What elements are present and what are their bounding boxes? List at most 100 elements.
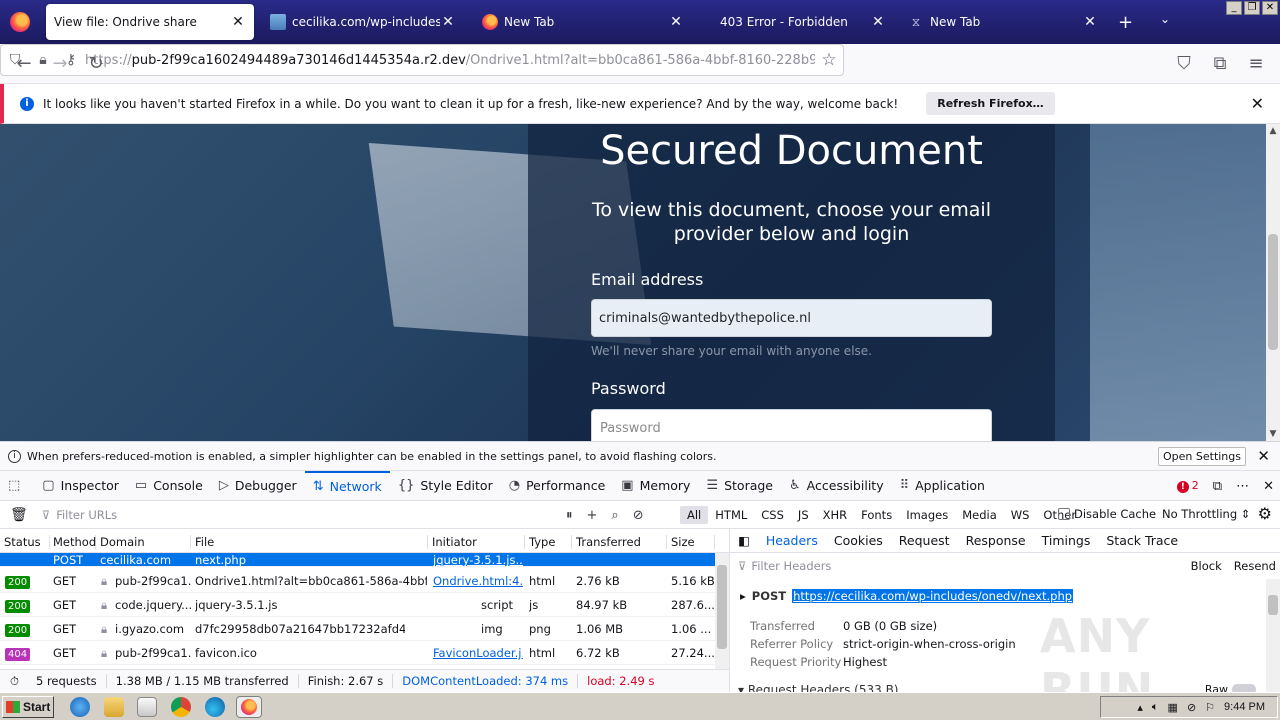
expand-arrow-icon[interactable]: ▸: [740, 589, 746, 603]
disable-cache-checkbox[interactable]: Disable Cache: [1058, 507, 1156, 521]
filter-images[interactable]: Images: [899, 506, 955, 524]
gear-icon[interactable]: ⚙: [1258, 504, 1272, 523]
chrome-icon[interactable]: [171, 697, 191, 717]
pocket-icon[interactable]: ⛉: [1172, 52, 1196, 76]
table-row[interactable]: 200 GET 🔒︎ i.gyazo.com d7fc29958db07a216…: [0, 617, 715, 641]
close-window-icon[interactable]: ✕: [1262, 1, 1278, 15]
more-options-icon[interactable]: ⋯: [1236, 479, 1249, 494]
tab-performance[interactable]: ◔ Performance: [501, 471, 614, 501]
column-method[interactable]: Method: [49, 535, 96, 549]
edge-icon[interactable]: [205, 697, 225, 717]
tab-cecilika[interactable]: cecilika.com/wp-includes/onedv/ ✕: [262, 4, 464, 40]
forward-arrow-icon[interactable]: →: [48, 52, 72, 76]
filter-headers-input[interactable]: ⊽ Filter Headers: [738, 559, 831, 573]
pause-icon[interactable]: ⏸︎: [566, 508, 573, 523]
tab-memory[interactable]: ▣ Memory: [613, 471, 698, 501]
close-tab-icon[interactable]: ✕: [870, 14, 886, 30]
scrollbar-thumb[interactable]: [1268, 234, 1278, 350]
folder-icon[interactable]: [104, 697, 124, 717]
tab-response[interactable]: Response: [958, 533, 1034, 548]
tab-storage[interactable]: ☰ Storage: [698, 471, 781, 501]
search-icon[interactable]: ⌕: [611, 508, 618, 523]
tray-arrow-icon[interactable]: ▴: [1137, 701, 1143, 714]
tab-network[interactable]: ⇅ Network: [304, 470, 390, 501]
block-button[interactable]: Block: [1191, 559, 1222, 573]
open-settings-button[interactable]: Open Settings: [1158, 447, 1246, 466]
request-url[interactable]: https://cecilika.com/wp-includes/onedv/n…: [792, 589, 1074, 603]
initiator-link[interactable]: jquery-3.5.1.js...: [433, 553, 523, 567]
refresh-firefox-button[interactable]: Refresh Firefox…: [926, 92, 1055, 115]
internet-explorer-icon[interactable]: [70, 697, 90, 717]
tab-console[interactable]: ▭ Console: [127, 471, 211, 501]
minimize-icon[interactable]: _: [1226, 1, 1242, 15]
restore-icon[interactable]: ❐: [1244, 1, 1260, 15]
email-field[interactable]: [591, 299, 992, 337]
initiator-link[interactable]: FaviconLoader.j...: [433, 646, 523, 660]
url-bar[interactable]: ⛉ 🔒︎ ⚷ https://pub-2f99ca1602494489a7301…: [0, 44, 844, 76]
details-scrollbar[interactable]: [1266, 579, 1280, 692]
scrollbar-thumb[interactable]: [717, 565, 727, 649]
table-row[interactable]: POST cecilika.com next.php jquery-3.5.1.…: [0, 553, 715, 567]
clock[interactable]: 9:44 PM: [1224, 701, 1265, 713]
volume-icon[interactable]: 🔈︎: [1152, 701, 1159, 714]
table-row[interactable]: 200 GET 🔒︎ code.jquery.... jquery-3.5.1.…: [0, 593, 715, 617]
security-icon[interactable]: ⊘: [1187, 701, 1196, 714]
password-field[interactable]: [591, 409, 992, 441]
tab-new-tab[interactable]: New Tab ✕: [474, 4, 692, 40]
filter-media[interactable]: Media: [955, 506, 1004, 524]
list-tabs-chevron-down-icon[interactable]: ⌄: [1160, 12, 1170, 26]
close-tab-icon[interactable]: ✕: [230, 14, 246, 30]
filter-html[interactable]: HTML: [708, 506, 754, 524]
bookmark-star-icon[interactable]: ☆: [815, 50, 843, 70]
tab-headers[interactable]: Headers: [758, 533, 826, 548]
error-count-badge[interactable]: ! 2: [1176, 479, 1199, 493]
column-transferred[interactable]: Transferred: [572, 535, 667, 549]
page-scrollbar[interactable]: ▲ ▼: [1266, 124, 1280, 441]
element-picker-icon[interactable]: ⬚: [0, 471, 34, 501]
firefox-taskbar-icon[interactable]: [236, 696, 262, 718]
tab-stack-trace[interactable]: Stack Trace: [1098, 533, 1186, 548]
table-row[interactable]: 200 GET 🔒︎ pub-2f99ca1... Ondrive1.html?…: [0, 569, 715, 593]
close-tab-icon[interactable]: ✕: [1082, 14, 1098, 30]
filter-ws[interactable]: WS: [1004, 506, 1037, 524]
column-type[interactable]: Type: [525, 535, 572, 549]
scroll-up-icon[interactable]: ▲: [1266, 126, 1280, 136]
hamburger-menu-icon[interactable]: ≡: [1244, 52, 1268, 76]
back-arrow-icon[interactable]: ←: [12, 52, 36, 76]
url-text[interactable]: https://pub-2f99ca1602494489a730146d1445…: [85, 53, 815, 68]
tab-request[interactable]: Request: [891, 533, 958, 548]
dock-icon[interactable]: ⧉: [1213, 479, 1222, 494]
column-domain[interactable]: Domain: [96, 535, 191, 549]
request-headers-section[interactable]: ▾ Request Headers (533 B): [738, 683, 898, 692]
close-icon[interactable]: ✕: [1251, 94, 1264, 113]
add-icon[interactable]: +: [587, 508, 598, 523]
column-size[interactable]: Size: [667, 535, 715, 549]
tab-403-error[interactable]: 403 Error - Forbidden ✕: [690, 4, 894, 40]
resend-button[interactable]: Resend: [1234, 559, 1276, 573]
filter-xhr[interactable]: XHR: [816, 506, 855, 524]
close-devtools-icon[interactable]: ✕: [1263, 479, 1274, 494]
tab-view-file[interactable]: View file: Ondrive share ✕: [46, 4, 254, 40]
column-file[interactable]: File: [191, 535, 428, 549]
tab-cookies[interactable]: Cookies: [826, 533, 891, 548]
initiator-link[interactable]: Ondrive.html:4...: [433, 574, 523, 588]
close-tab-icon[interactable]: ✕: [440, 14, 456, 30]
block-icon[interactable]: ⊘: [633, 508, 644, 523]
firefox-menu-icon[interactable]: [10, 12, 30, 32]
tab-debugger[interactable]: ▷ Debugger: [211, 471, 305, 501]
tab-inspector[interactable]: ▢ Inspector: [34, 471, 127, 501]
filter-urls-input[interactable]: [56, 507, 517, 522]
scrollbar-thumb[interactable]: [1268, 595, 1278, 615]
close-tab-icon[interactable]: ✕: [668, 14, 684, 30]
sidebar-toggle-icon[interactable]: ◧: [730, 533, 758, 548]
column-status[interactable]: Status: [0, 535, 50, 549]
table-row[interactable]: 404 GET 🔒︎ pub-2f99ca1... favicon.ico Fa…: [0, 641, 715, 665]
column-initiator[interactable]: Initiator: [428, 535, 525, 549]
tab-new-tab-loading[interactable]: ⧖ New Tab ✕: [900, 4, 1106, 40]
extensions-icon[interactable]: ⧉: [1208, 52, 1232, 76]
trash-icon[interactable]: 🗑︎: [10, 507, 28, 523]
throttling-select[interactable]: No Throttling ⇕: [1162, 507, 1250, 521]
network-icon[interactable]: ▦: [1168, 701, 1178, 714]
requests-scrollbar[interactable]: [715, 553, 729, 669]
reload-icon[interactable]: ↻: [84, 52, 108, 76]
